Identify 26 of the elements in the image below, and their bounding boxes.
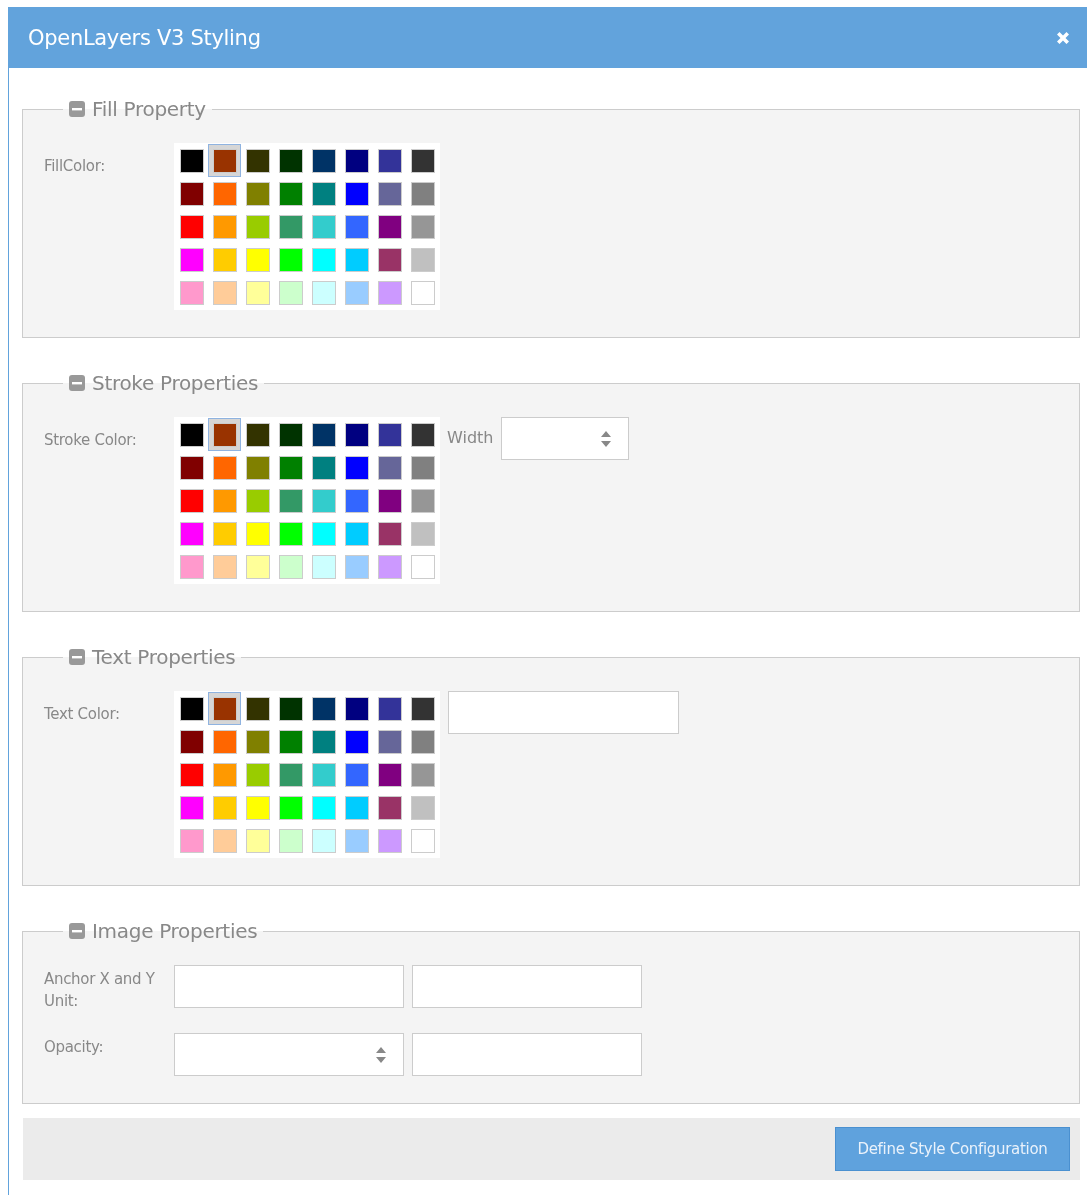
section-legend: Fill Property (92, 97, 206, 121)
section-legend: Text Properties (92, 645, 236, 669)
color-swatch[interactable] (208, 692, 241, 725)
field-label: Opacity: (44, 1037, 105, 1058)
color-swatch[interactable] (208, 144, 241, 177)
section-legend: Image Properties (92, 919, 258, 943)
define-style-button[interactable]: Define Style Configuration (835, 1127, 1070, 1171)
field-label: FillColor: (44, 156, 106, 177)
text-field[interactable] (412, 1033, 642, 1076)
field-label: Width (447, 428, 494, 447)
number-field[interactable] (501, 417, 630, 460)
collapse-icon[interactable] (69, 923, 85, 939)
dialog-title: OpenLayers V3 Styling (28, 25, 261, 50)
field-label: Stroke Color: (44, 430, 138, 451)
collapse-icon[interactable] (69, 375, 85, 391)
text-field[interactable] (174, 965, 404, 1008)
field-label: Anchor X and Y Unit: (44, 969, 156, 1012)
collapse-icon[interactable] (69, 649, 85, 665)
number-field[interactable] (174, 1033, 404, 1076)
close-icon[interactable] (1055, 29, 1071, 46)
text-field[interactable] (448, 691, 679, 734)
field-label: Text Color: (44, 704, 121, 725)
collapse-icon[interactable] (69, 101, 85, 117)
section-legend: Stroke Properties (92, 371, 259, 395)
text-field[interactable] (412, 965, 642, 1008)
color-swatch[interactable] (208, 418, 241, 451)
